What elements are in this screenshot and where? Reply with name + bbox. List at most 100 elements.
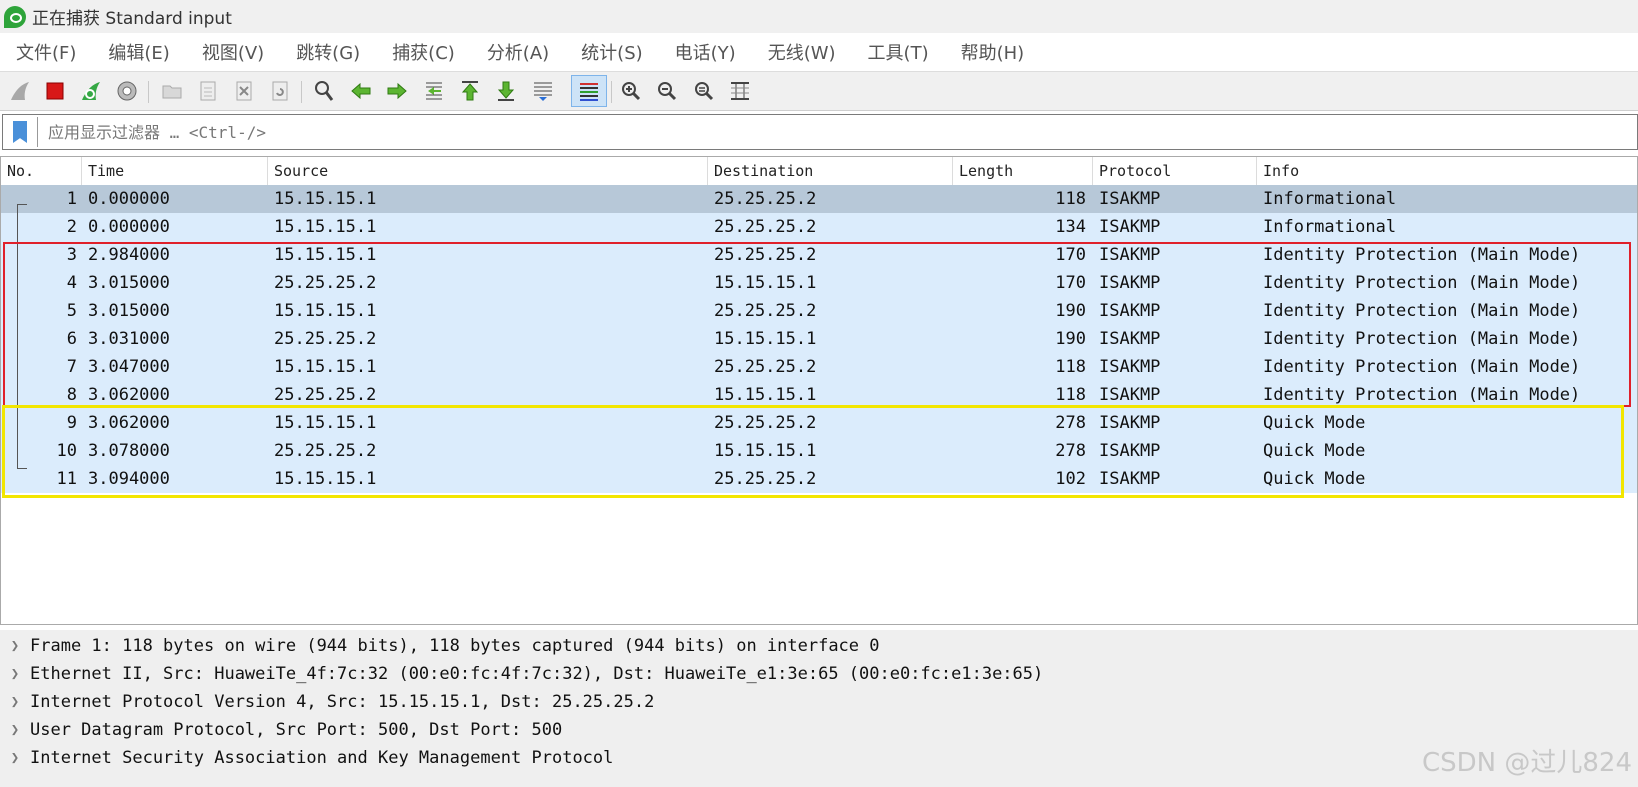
packet-cell-len: 134 [1055,217,1086,237]
bookmark-icon[interactable] [13,121,27,143]
save-file-icon[interactable] [194,77,222,105]
conversation-bracket [17,204,18,468]
first-packet-icon[interactable] [456,77,484,105]
column-header-info[interactable]: Info [1257,157,1637,185]
packet-cell-src: 15.15.15.1 [274,469,377,489]
detail-text: Internet Security Association and Key Ma… [30,748,614,768]
detail-ipv4[interactable]: ❯ Internet Protocol Version 4, Src: 15.1… [0,688,1638,716]
packet-cell-src: 25.25.25.2 [274,441,377,461]
packet-cell-dst: 25.25.25.2 [714,301,817,321]
menu-go[interactable]: 跳转(G) [296,39,360,65]
shark-fin-start-icon[interactable] [6,77,34,105]
packet-cell-time: 3.062000 [88,413,170,433]
go-back-icon[interactable] [347,77,375,105]
resize-columns-icon[interactable] [726,77,754,105]
packet-cell-no: 11 [56,469,77,489]
detail-frame[interactable]: ❯ Frame 1: 118 bytes on wire (944 bits),… [0,632,1638,660]
packet-row[interactable]: 7 3.047000 15.15.15.1 25.25.25.2 118 ISAKMP Id… [1,353,1637,381]
menu-view[interactable]: 视图(V) [202,39,264,65]
menu-help[interactable]: 帮助(H) [961,39,1025,65]
packet-cell-src: 15.15.15.1 [274,217,377,237]
packet-cell-no: 8 [66,385,77,405]
column-header-destination[interactable]: Destination [708,157,953,185]
packet-cell-time: 3.047000 [88,357,170,377]
packet-row[interactable]: 10 3.078000 25.25.25.2 15.15.15.1 278 ISAKMP Q… [1,437,1637,465]
packet-row[interactable]: 2 0.000000 15.15.15.1 25.25.25.2 134 ISAKMP In… [1,213,1637,241]
toolbar-separator [611,81,612,103]
auto-scroll-icon[interactable] [529,77,557,105]
detail-udp[interactable]: ❯ User Datagram Protocol, Src Port: 500,… [0,716,1638,744]
toolbar-separator [301,81,302,103]
expand-chevron-icon[interactable]: ❯ [0,666,30,682]
packet-cell-time: 0.000000 [88,217,170,237]
expand-chevron-icon[interactable]: ❯ [0,750,30,766]
packet-cell-dst: 25.25.25.2 [714,189,817,209]
last-packet-icon[interactable] [492,77,520,105]
open-file-icon[interactable] [158,77,186,105]
expand-chevron-icon[interactable]: ❯ [0,694,30,710]
menu-wireless[interactable]: 无线(W) [768,39,836,65]
packet-cell-src: 15.15.15.1 [274,189,377,209]
packet-row[interactable]: 8 3.062000 25.25.25.2 15.15.15.1 118 ISAKMP Id… [1,381,1637,409]
column-header-length[interactable]: Length [953,157,1093,185]
watermark: CSDN @过儿824 [1421,748,1632,778]
packet-row[interactable]: 1 0.000000 15.15.15.1 25.25.25.2 118 ISAKMP In… [1,185,1637,213]
packet-row[interactable]: 5 3.015000 15.15.15.1 25.25.25.2 190 ISAKMP Id… [1,297,1637,325]
packet-details: ❯ Frame 1: 118 bytes on wire (944 bits),… [0,630,1638,787]
packet-cell-src: 25.25.25.2 [274,385,377,405]
title-bar: 正在捕获 Standard input [0,0,1638,33]
packet-row[interactable]: 11 3.094000 15.15.15.1 25.25.25.2 102 ISAKMP Q… [1,465,1637,493]
packet-cell-info: Quick Mode [1263,413,1366,433]
packet-row[interactable]: 6 3.031000 25.25.25.2 15.15.15.1 190 ISAKMP Id… [1,325,1637,353]
packet-list-header: No. Time Source Destination Length Proto… [1,157,1637,186]
zoom-out-icon[interactable] [653,77,681,105]
column-header-no[interactable]: No. [1,157,82,185]
expand-chevron-icon[interactable]: ❯ [0,638,30,654]
packet-cell-src: 15.15.15.1 [274,245,377,265]
packet-cell-no: 4 [66,273,77,293]
menu-file[interactable]: 文件(F) [16,39,76,65]
expand-chevron-icon[interactable]: ❯ [0,722,30,738]
packet-cell-src: 25.25.25.2 [274,329,377,349]
column-header-time[interactable]: Time [82,157,268,185]
restart-capture-icon[interactable] [77,77,105,105]
packet-cell-info: Identity Protection (Main Mode) [1263,273,1581,293]
column-header-source[interactable]: Source [268,157,708,185]
capture-options-icon[interactable] [113,77,141,105]
wireshark-app-icon [4,5,26,28]
packet-row[interactable]: 9 3.062000 15.15.15.1 25.25.25.2 278 ISAKMP Qu… [1,409,1637,437]
find-packet-icon[interactable] [310,77,338,105]
menu-analyze[interactable]: 分析(A) [487,39,549,65]
normal-size-icon[interactable] [690,77,718,105]
detail-isakmp[interactable]: ❯ Internet Security Association and Key … [0,744,1638,772]
packet-row[interactable]: 4 3.015000 25.25.25.2 15.15.15.1 170 ISAKMP Id… [1,269,1637,297]
menu-capture[interactable]: 捕获(C) [392,39,455,65]
menu-statistics[interactable]: 统计(S) [581,39,642,65]
detail-text: User Datagram Protocol, Src Port: 500, D… [30,720,563,740]
reload-file-icon[interactable] [266,77,294,105]
menu-edit[interactable]: 编辑(E) [108,39,169,65]
packet-cell-len: 118 [1055,189,1086,209]
packet-cell-dst: 25.25.25.2 [714,245,817,265]
stop-capture-icon[interactable] [41,77,69,105]
menu-telephony[interactable]: 电话(Y) [675,39,736,65]
packet-cell-no: 2 [66,217,77,237]
conversation-bracket-start [17,204,27,205]
column-header-protocol[interactable]: Protocol [1093,157,1257,185]
detail-ethernet[interactable]: ❯ Ethernet II, Src: HuaweiTe_4f:7c:32 (0… [0,660,1638,688]
packet-cell-proto: ISAKMP [1099,329,1161,349]
packet-cell-no: 10 [56,441,77,461]
packet-cell-len: 278 [1055,413,1086,433]
packet-cell-no: 3 [66,245,77,265]
packet-cell-len: 278 [1055,441,1086,461]
colorize-icon[interactable] [571,75,607,107]
menu-tools[interactable]: 工具(T) [868,39,929,65]
display-filter-input[interactable] [46,121,1550,143]
packet-cell-no: 1 [66,189,77,209]
zoom-in-icon[interactable] [617,77,645,105]
packet-row[interactable]: 3 2.984000 15.15.15.1 25.25.25.2 170 ISAKMP Id… [1,241,1637,269]
go-forward-icon[interactable] [383,77,411,105]
detail-text: Ethernet II, Src: HuaweiTe_4f:7c:32 (00:… [30,664,1044,684]
close-file-icon[interactable] [230,77,258,105]
go-to-packet-icon[interactable] [420,77,448,105]
